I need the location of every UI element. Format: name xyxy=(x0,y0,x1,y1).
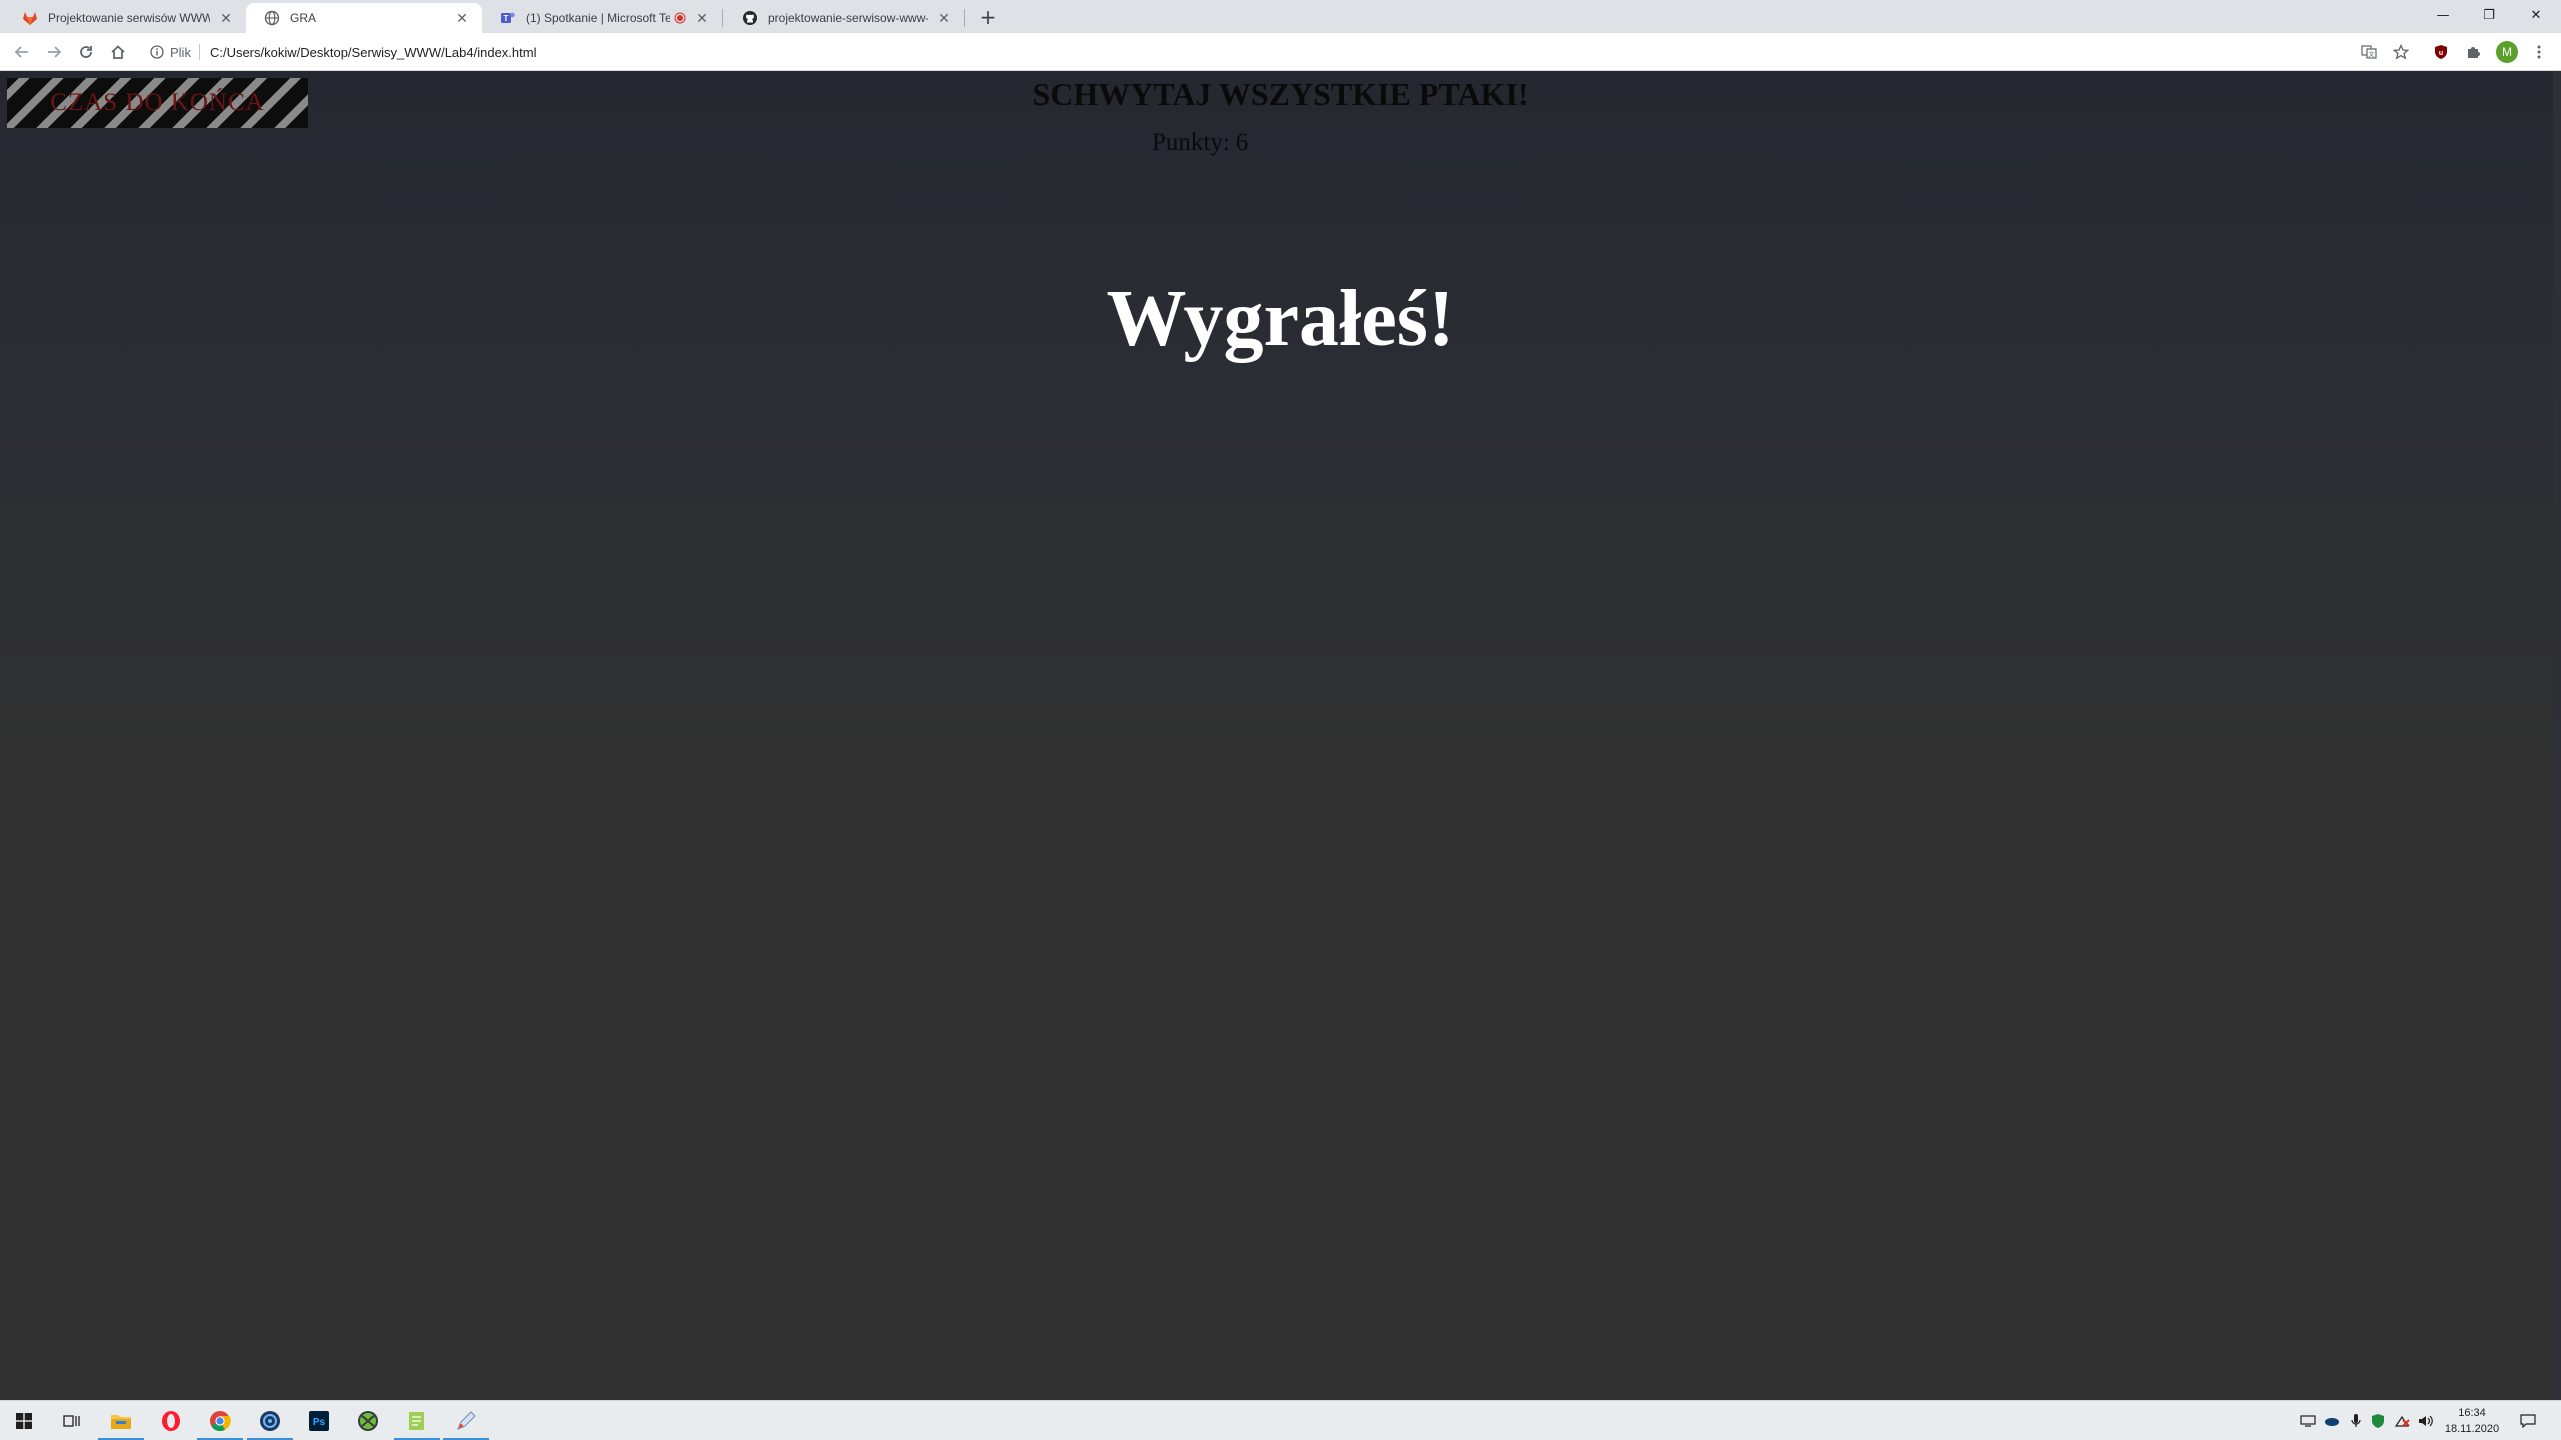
microphone-icon[interactable] xyxy=(2348,1413,2364,1429)
teams-icon: T xyxy=(501,12,515,23)
tab-teams[interactable]: T (1) Spotkanie | Microsoft Tea ✕ xyxy=(482,3,722,33)
close-icon[interactable]: ✕ xyxy=(936,10,952,26)
back-arrow-icon xyxy=(14,46,28,58)
gitlab-icon xyxy=(23,12,37,25)
forward-arrow-icon xyxy=(48,46,62,58)
close-window-button[interactable]: ✕ xyxy=(2513,0,2559,33)
file-explorer-icon[interactable] xyxy=(98,1407,144,1440)
score-value: 6 xyxy=(1235,129,1249,156)
tab-title: Projektowanie serwisów WWW xyxy=(48,11,210,25)
tab-gitlab[interactable]: Projektowanie serwisów WWW ✕ xyxy=(4,3,246,33)
tab-gra[interactable]: GRA ✕ xyxy=(246,3,482,33)
address-bar[interactable]: Plik C:/Users/kokiw/Desktop/Serwisy_WWW/… xyxy=(140,37,2340,67)
game-page: CZAS DO KOŃCA SCHWYTAJ WSZYSTKIE PTAKI! … xyxy=(0,71,2561,1400)
close-icon[interactable]: ✕ xyxy=(218,10,234,26)
recording-icon xyxy=(674,12,686,24)
restore-button[interactable]: ❐ xyxy=(2466,0,2512,33)
url-text[interactable]: C:/Users/kokiw/Desktop/Serwisy_WWW/Lab4/… xyxy=(210,45,537,60)
task-view-icon[interactable] xyxy=(58,1407,86,1435)
notepad-icon[interactable] xyxy=(394,1407,440,1440)
xbox-icon[interactable] xyxy=(354,1407,382,1435)
info-icon[interactable] xyxy=(150,45,164,59)
svg-text:文: 文 xyxy=(2368,51,2374,59)
svg-text:Ps: Ps xyxy=(313,1417,326,1428)
bookmark-star-icon[interactable] xyxy=(2392,43,2410,61)
globe-icon xyxy=(264,10,280,26)
new-tab-button[interactable]: + xyxy=(976,6,1000,30)
start-icon[interactable] xyxy=(10,1407,38,1435)
tab-github[interactable]: projektowanie-serwisow-www-d ✕ xyxy=(724,3,964,33)
extensions-puzzle-icon[interactable] xyxy=(2464,43,2482,61)
windows-taskbar: Ps 16:34 18.11.2020 xyxy=(0,1400,2561,1440)
tab-strip: Projektowanie serwisów WWW ✕ GRA ✕ T (1)… xyxy=(0,0,2561,33)
page-scrollbar[interactable] xyxy=(2553,71,2561,1400)
reload-button[interactable] xyxy=(74,40,98,64)
svg-text:T: T xyxy=(504,14,509,23)
minimize-button[interactable]: — xyxy=(2420,0,2466,33)
profile-avatar[interactable]: M xyxy=(2496,41,2518,63)
onedrive-icon[interactable] xyxy=(2324,1413,2340,1429)
result-message: Wygrałeś! xyxy=(1106,275,1455,363)
close-icon[interactable]: ✕ xyxy=(454,10,470,26)
svg-text:u: u xyxy=(2439,50,2443,57)
score-display: Punkty: 6 xyxy=(1152,129,1248,157)
tab-title: projektowanie-serwisow-www-d xyxy=(768,11,928,25)
scheme-label: Plik xyxy=(170,44,191,60)
tab-title: GRA xyxy=(290,11,317,25)
clock-time: 16:34 xyxy=(2458,1407,2486,1419)
notifications-icon[interactable] xyxy=(2520,1413,2536,1429)
paint-icon[interactable] xyxy=(443,1407,489,1440)
omnibox-divider xyxy=(198,44,200,60)
opera-icon[interactable] xyxy=(157,1407,185,1435)
game-title: SCHWYTAJ WSZYSTKIE PTAKI! xyxy=(1032,76,1529,112)
clock-date: 18.11.2020 xyxy=(2444,1423,2500,1435)
photoshop-icon[interactable]: Ps xyxy=(305,1407,333,1435)
tab-title: (1) Spotkanie | Microsoft Tea xyxy=(526,11,670,25)
people-icon[interactable] xyxy=(2300,1413,2316,1429)
tab-separator xyxy=(964,9,965,27)
tab-separator xyxy=(722,9,723,27)
reload-icon xyxy=(80,46,92,58)
forward-button[interactable] xyxy=(42,40,66,64)
home-icon xyxy=(111,45,125,59)
translate-icon[interactable]: 文 xyxy=(2360,43,2378,61)
taskbar-clock[interactable]: 16:34 18.11.2020 xyxy=(2440,1405,2504,1437)
github-icon xyxy=(743,11,757,25)
ublock-icon[interactable]: u xyxy=(2432,43,2450,61)
network-icon[interactable] xyxy=(2394,1413,2410,1429)
chrome-icon[interactable] xyxy=(197,1407,243,1440)
app-blue-icon[interactable] xyxy=(247,1407,293,1440)
menu-kebab-icon[interactable] xyxy=(2530,43,2548,61)
security-icon[interactable] xyxy=(2370,1413,2386,1429)
close-icon[interactable]: ✕ xyxy=(694,10,710,26)
browser-toolbar: Plik C:/Users/kokiw/Desktop/Serwisy_WWW/… xyxy=(0,33,2561,71)
score-label: Punkty: xyxy=(1152,129,1230,156)
volume-icon[interactable] xyxy=(2418,1413,2434,1429)
back-button[interactable] xyxy=(10,40,34,64)
home-button[interactable] xyxy=(106,40,130,64)
